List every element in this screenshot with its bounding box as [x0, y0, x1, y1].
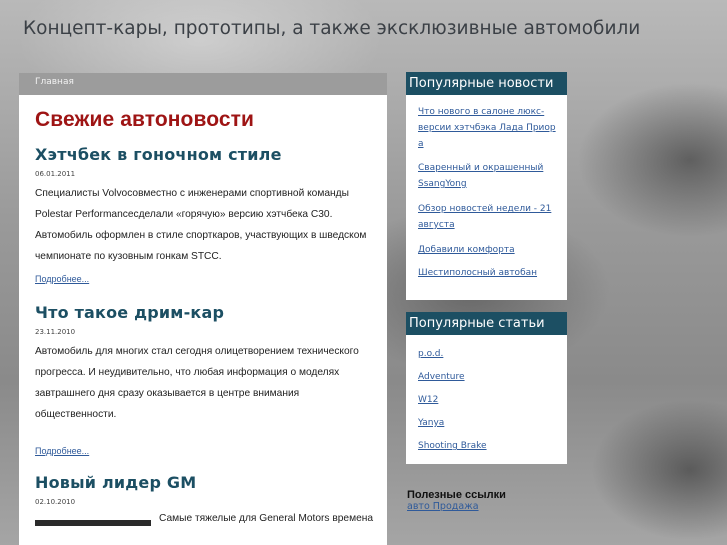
article: Новый лидер GM 02.10.2010 Самые тяжелые …: [35, 473, 374, 526]
news-link[interactable]: Шестиполосный автобан: [406, 266, 567, 280]
article-date: 23.11.2010: [35, 328, 76, 336]
article-text-line: Polestar Performanceсделали «горячую» ве…: [35, 209, 333, 220]
main-content: Главная Свежие автоновости Хэтчбек в гон…: [19, 73, 387, 545]
article-text-line: общественности.: [35, 409, 117, 420]
popular-articles-box: Популярные статьи p.o.d. Adventure W12 Y…: [406, 312, 567, 464]
article-title[interactable]: Что такое дрим-кар: [35, 303, 371, 322]
article-link[interactable]: Adventure: [406, 370, 567, 384]
article-text-line: прогресса. И неудивительно, что любая ин…: [35, 367, 340, 378]
popular-news-header: Популярные новости: [406, 72, 567, 97]
article-text-line: чемпионате по кузовным гонкам STCC.: [35, 251, 222, 262]
popular-articles-header: Популярные статьи: [406, 312, 567, 337]
news-link[interactable]: Сваренный и окрашенный SsangYong: [406, 161, 567, 191]
breadcrumb-home-link[interactable]: Главная: [35, 77, 74, 87]
article-text: Самые тяжелые для General Motors времена: [35, 506, 374, 526]
read-more-link[interactable]: Подробнее...: [35, 446, 89, 456]
article: Что такое дрим-кар 23.11.2010 Автомобиль…: [35, 303, 371, 458]
article-link[interactable]: Shooting Brake: [406, 439, 567, 453]
article-text-line: Специалисты Volvoсовместно с инженерами …: [35, 188, 349, 199]
useful-links-title: Полезные ссылки: [407, 489, 506, 501]
read-more-link[interactable]: Подробнее...: [35, 274, 89, 284]
article-text: Специалисты Volvoсовместно с инженерами …: [35, 183, 371, 267]
article-thumbnail: [35, 520, 151, 526]
article-link[interactable]: Yanya: [406, 416, 567, 430]
breadcrumb: Главная: [19, 73, 387, 95]
popular-news-box: Популярные новости Что нового в салоне л…: [406, 72, 567, 300]
article-title[interactable]: Хэтчбек в гоночном стиле: [35, 145, 371, 164]
site-title: Концепт-кары, прототипы, а также эксклюз…: [23, 18, 641, 39]
news-link[interactable]: Что нового в салоне люкс- версии хэтчбэк…: [406, 105, 567, 151]
article-text-line: Автомобиль для многих стал сегодня олице…: [35, 346, 359, 357]
article-date: 02.10.2010: [35, 498, 76, 506]
news-link[interactable]: Обзор новостей недели - 21 августа: [406, 202, 567, 232]
article: Хэтчбек в гоночном стиле 06.01.2011 Спец…: [35, 145, 371, 286]
article-title[interactable]: Новый лидер GM: [35, 473, 371, 492]
news-link[interactable]: Добавили комфорта: [406, 243, 567, 257]
useful-links: Полезные ссылки авто Продажа: [407, 489, 506, 512]
popular-articles-list: p.o.d. Adventure W12 Yanya Shooting Brak…: [406, 337, 567, 453]
article-link[interactable]: W12: [406, 393, 567, 407]
main-inner: Свежие автоновости Хэтчбек в гоночном ст…: [19, 108, 387, 526]
section-title: Свежие автоновости: [35, 108, 255, 131]
article-text-line: Самые тяжелые для General Motors времена: [159, 513, 374, 524]
article-text-line: Автомобиль оформлен в стиле спорткаров, …: [35, 230, 367, 241]
article-date: 06.01.2011: [35, 170, 76, 178]
article-text-line: завтрашнего дня сразу оказывается в цент…: [35, 388, 300, 399]
article-link[interactable]: p.o.d.: [406, 347, 567, 361]
useful-link[interactable]: авто Продажа: [407, 501, 506, 512]
article-text: Автомобиль для многих стал сегодня олице…: [35, 341, 371, 425]
popular-news-list: Что нового в салоне люкс- версии хэтчбэк…: [406, 97, 567, 280]
